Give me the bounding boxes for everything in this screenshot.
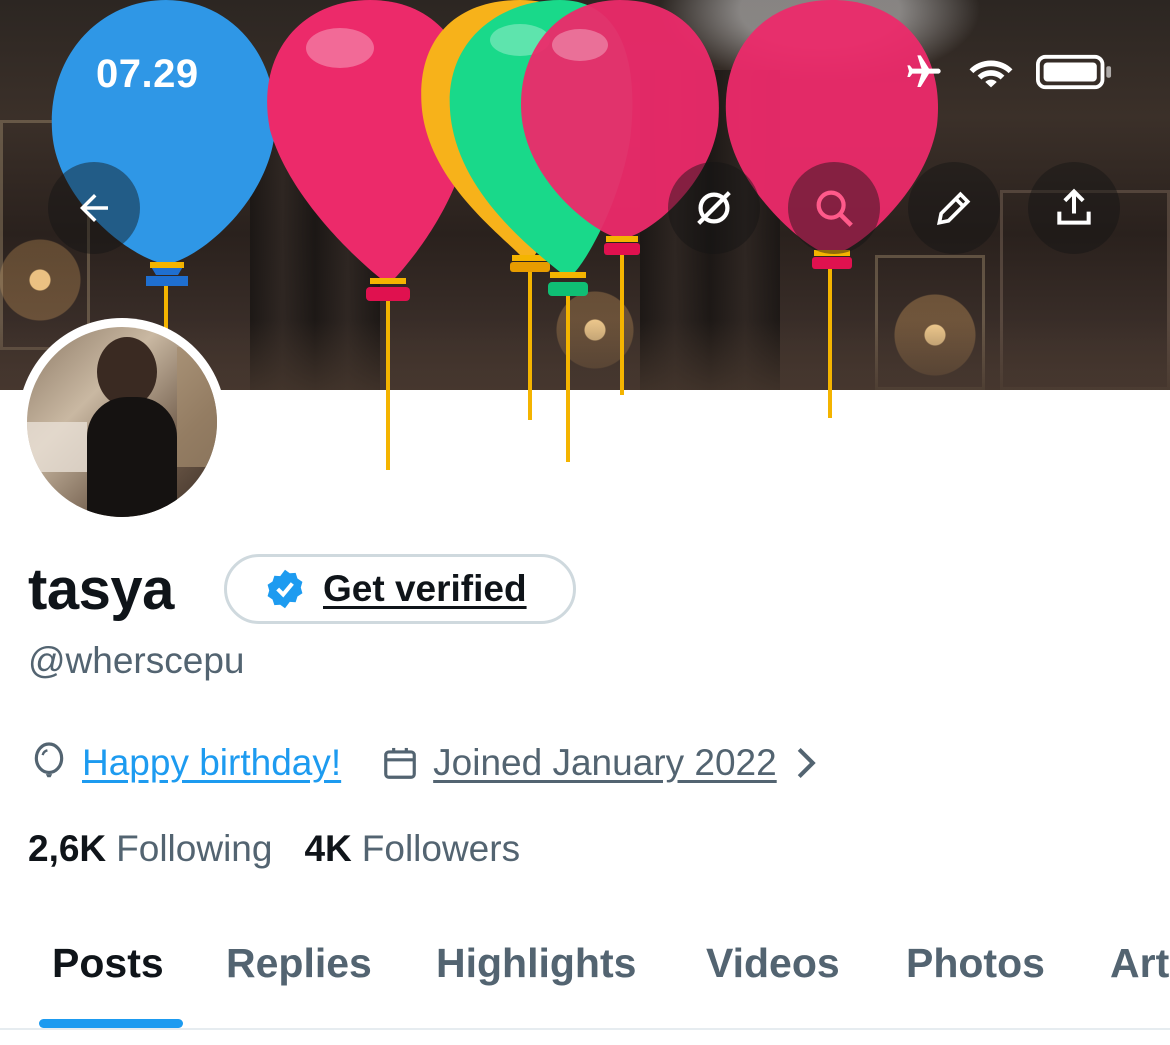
edit-button[interactable] <box>908 162 1000 254</box>
joined-date-link[interactable]: Joined January 2022 <box>433 742 777 784</box>
followers-label: Followers <box>361 828 521 869</box>
search-button[interactable] <box>788 162 880 254</box>
verified-badge-icon <box>267 569 303 609</box>
avatar-photo <box>27 327 217 517</box>
active-tab-indicator <box>39 1019 183 1028</box>
airplane-icon <box>907 55 941 87</box>
search-icon <box>816 190 853 227</box>
chevron-right-icon[interactable] <box>795 746 817 780</box>
share-button[interactable] <box>1028 162 1120 254</box>
balloon-icon <box>34 742 64 778</box>
following-count: 2,6K <box>28 828 107 869</box>
following-label: Following <box>116 828 273 869</box>
profile-meta: Happy birthday! Joined January 2022 <box>30 742 817 784</box>
tab-posts[interactable]: Posts <box>52 940 164 987</box>
translate-off-button[interactable] <box>668 162 760 254</box>
tab-replies[interactable]: Replies <box>226 940 372 987</box>
wifi-icon <box>969 60 1013 88</box>
followers-link[interactable]: 4K Followers <box>304 828 520 870</box>
get-verified-button[interactable]: Get verified <box>224 554 576 624</box>
tab-art[interactable]: Art <box>1110 940 1169 987</box>
edit-pencil-icon <box>936 191 971 226</box>
translate-off-icon <box>697 191 731 225</box>
back-button[interactable] <box>48 162 140 254</box>
tab-photos[interactable]: Photos <box>906 940 1045 987</box>
back-arrow-icon <box>80 194 108 222</box>
followers-count: 4K <box>304 828 352 869</box>
follow-counts: 2,6K Following 4K Followers <box>28 828 520 870</box>
following-link[interactable]: 2,6K Following <box>28 828 272 870</box>
avatar[interactable] <box>18 318 226 526</box>
status-icons <box>902 52 1112 92</box>
share-icon <box>1057 188 1091 225</box>
status-time: 07.29 <box>96 52 199 96</box>
user-handle: @wherscepu <box>28 640 245 681</box>
battery-icon <box>1036 54 1112 90</box>
birthday-link[interactable]: Happy birthday! <box>82 742 341 784</box>
profile-tabs: Posts Replies Highlights Videos Photos A… <box>0 918 1170 1028</box>
get-verified-label: Get verified <box>323 568 527 609</box>
display-name: tasya <box>28 557 174 622</box>
tabs-divider <box>0 1028 1170 1030</box>
tab-highlights[interactable]: Highlights <box>436 940 636 987</box>
tab-videos[interactable]: Videos <box>706 940 840 987</box>
calendar-icon <box>384 747 416 779</box>
